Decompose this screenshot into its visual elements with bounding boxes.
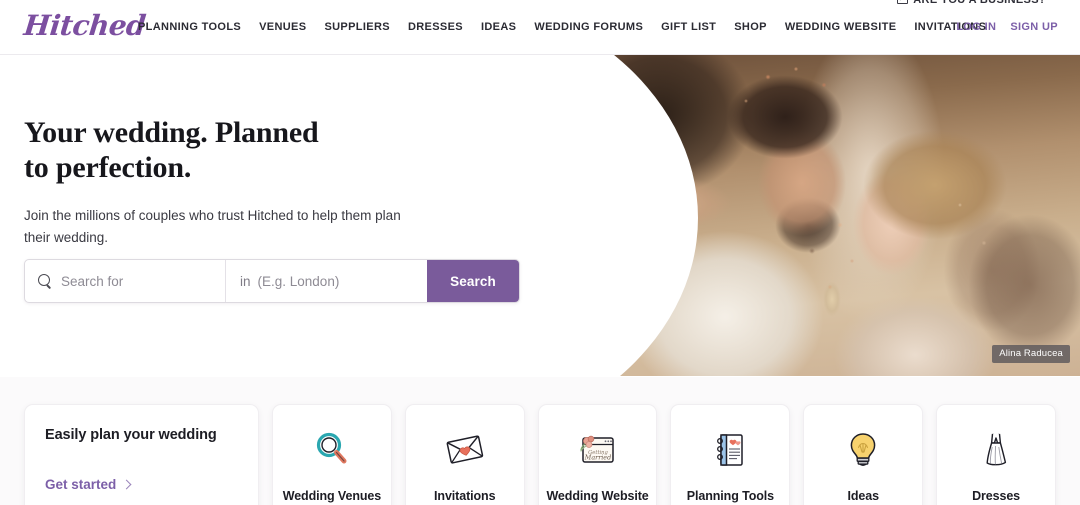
tile-label-wedding-venues: Wedding Venues bbox=[282, 489, 382, 503]
card-wedding-website: Getting Married Wedding Website bbox=[537, 404, 658, 505]
browser-flowers-icon: Getting Married bbox=[575, 427, 621, 473]
hitched-logo[interactable]: Hitched bbox=[22, 9, 147, 43]
main-navigation: PLANNING TOOLS VENUES SUPPLIERS DRESSES … bbox=[138, 21, 995, 33]
nav-ideas[interactable]: IDEAS bbox=[472, 21, 525, 33]
hero-title: Your wedding. Planned to perfection. bbox=[24, 116, 319, 184]
wedding-dress-icon bbox=[973, 427, 1019, 473]
sign-up-link[interactable]: SIGN UP bbox=[1010, 21, 1058, 33]
notebook-hearts-icon bbox=[707, 427, 753, 473]
magnifier-icon bbox=[38, 274, 52, 288]
quick-links-row: Easily plan your wedding Get started Wed… bbox=[24, 404, 1056, 505]
promo-card-title: Easily plan your wedding bbox=[45, 427, 217, 443]
hero-search-bar: in Search bbox=[24, 259, 520, 303]
lightbulb-icon bbox=[840, 427, 886, 473]
search-button[interactable]: Search bbox=[427, 260, 519, 302]
envelope-heart-icon bbox=[442, 427, 488, 473]
photo-credit-badge: Alina Raducea bbox=[992, 345, 1070, 363]
are-you-a-business-label: ARE YOU A BUSINESS? bbox=[913, 0, 1046, 6]
hero-subtitle: Join the millions of couples who trust H… bbox=[24, 208, 401, 245]
magnifier-venue-icon bbox=[309, 427, 355, 473]
tile-label-planning-tools: Planning Tools bbox=[686, 489, 775, 503]
search-location-field[interactable]: in bbox=[226, 260, 427, 302]
tile-label-wedding-website: Wedding Website bbox=[546, 489, 649, 503]
card-invitations[interactable]: Invitations bbox=[404, 404, 525, 505]
nav-dresses[interactable]: DRESSES bbox=[399, 21, 472, 33]
nav-wedding-website[interactable]: WEDDING WEBSITE bbox=[776, 21, 906, 33]
tile-label-ideas: Ideas bbox=[847, 489, 879, 503]
card-ideas[interactable]: Ideas bbox=[803, 404, 924, 505]
get-started-link[interactable]: Get started bbox=[45, 477, 132, 492]
card-easily-plan-your-wedding[interactable]: Easily plan your wedding Get started bbox=[24, 404, 259, 505]
card-dresses[interactable]: Dresses bbox=[936, 404, 1056, 505]
card-wedding-venues[interactable]: Wedding Venues bbox=[272, 404, 392, 505]
page-root: ARE YOU A BUSINESS? Hitched PLANNING TOO… bbox=[0, 0, 1080, 505]
nav-shop[interactable]: SHOP bbox=[725, 21, 776, 33]
hero-photo: Alina Raducea bbox=[540, 55, 1080, 376]
svg-text:Married: Married bbox=[583, 454, 610, 462]
nav-suppliers[interactable]: SUPPLIERS bbox=[315, 21, 399, 33]
are-you-a-business-link[interactable]: ARE YOU A BUSINESS? bbox=[897, 0, 1046, 6]
search-input[interactable] bbox=[61, 273, 221, 289]
location-prefix-label: in bbox=[240, 273, 251, 289]
utility-strip: ARE YOU A BUSINESS? bbox=[0, 0, 1080, 9]
get-started-label: Get started bbox=[45, 477, 117, 492]
hero-copy: Your wedding. Planned to perfection. Joi… bbox=[24, 115, 444, 249]
mail-icon bbox=[897, 0, 909, 4]
nav-wedding-forums[interactable]: WEDDING FORUMS bbox=[525, 21, 652, 33]
search-query-field[interactable] bbox=[25, 260, 226, 302]
tile-label-dresses: Dresses bbox=[972, 489, 1021, 503]
tile-label-invitations: Invitations bbox=[434, 489, 496, 503]
log-in-link[interactable]: LOG IN bbox=[956, 21, 996, 33]
nav-gift-list[interactable]: GIFT LIST bbox=[652, 21, 725, 33]
hero-section: Alina Raducea Your wedding. Planned to p… bbox=[0, 55, 1080, 376]
nav-planning-tools[interactable]: PLANNING TOOLS bbox=[138, 21, 250, 33]
location-input[interactable] bbox=[257, 273, 408, 289]
auth-links: LOG IN SIGN UP bbox=[956, 21, 1058, 33]
nav-venues[interactable]: VENUES bbox=[250, 21, 315, 33]
quick-links-section: Easily plan your wedding Get started Wed… bbox=[0, 377, 1080, 505]
chevron-right-icon bbox=[121, 479, 132, 490]
card-planning-tools[interactable]: Planning Tools bbox=[670, 404, 791, 505]
